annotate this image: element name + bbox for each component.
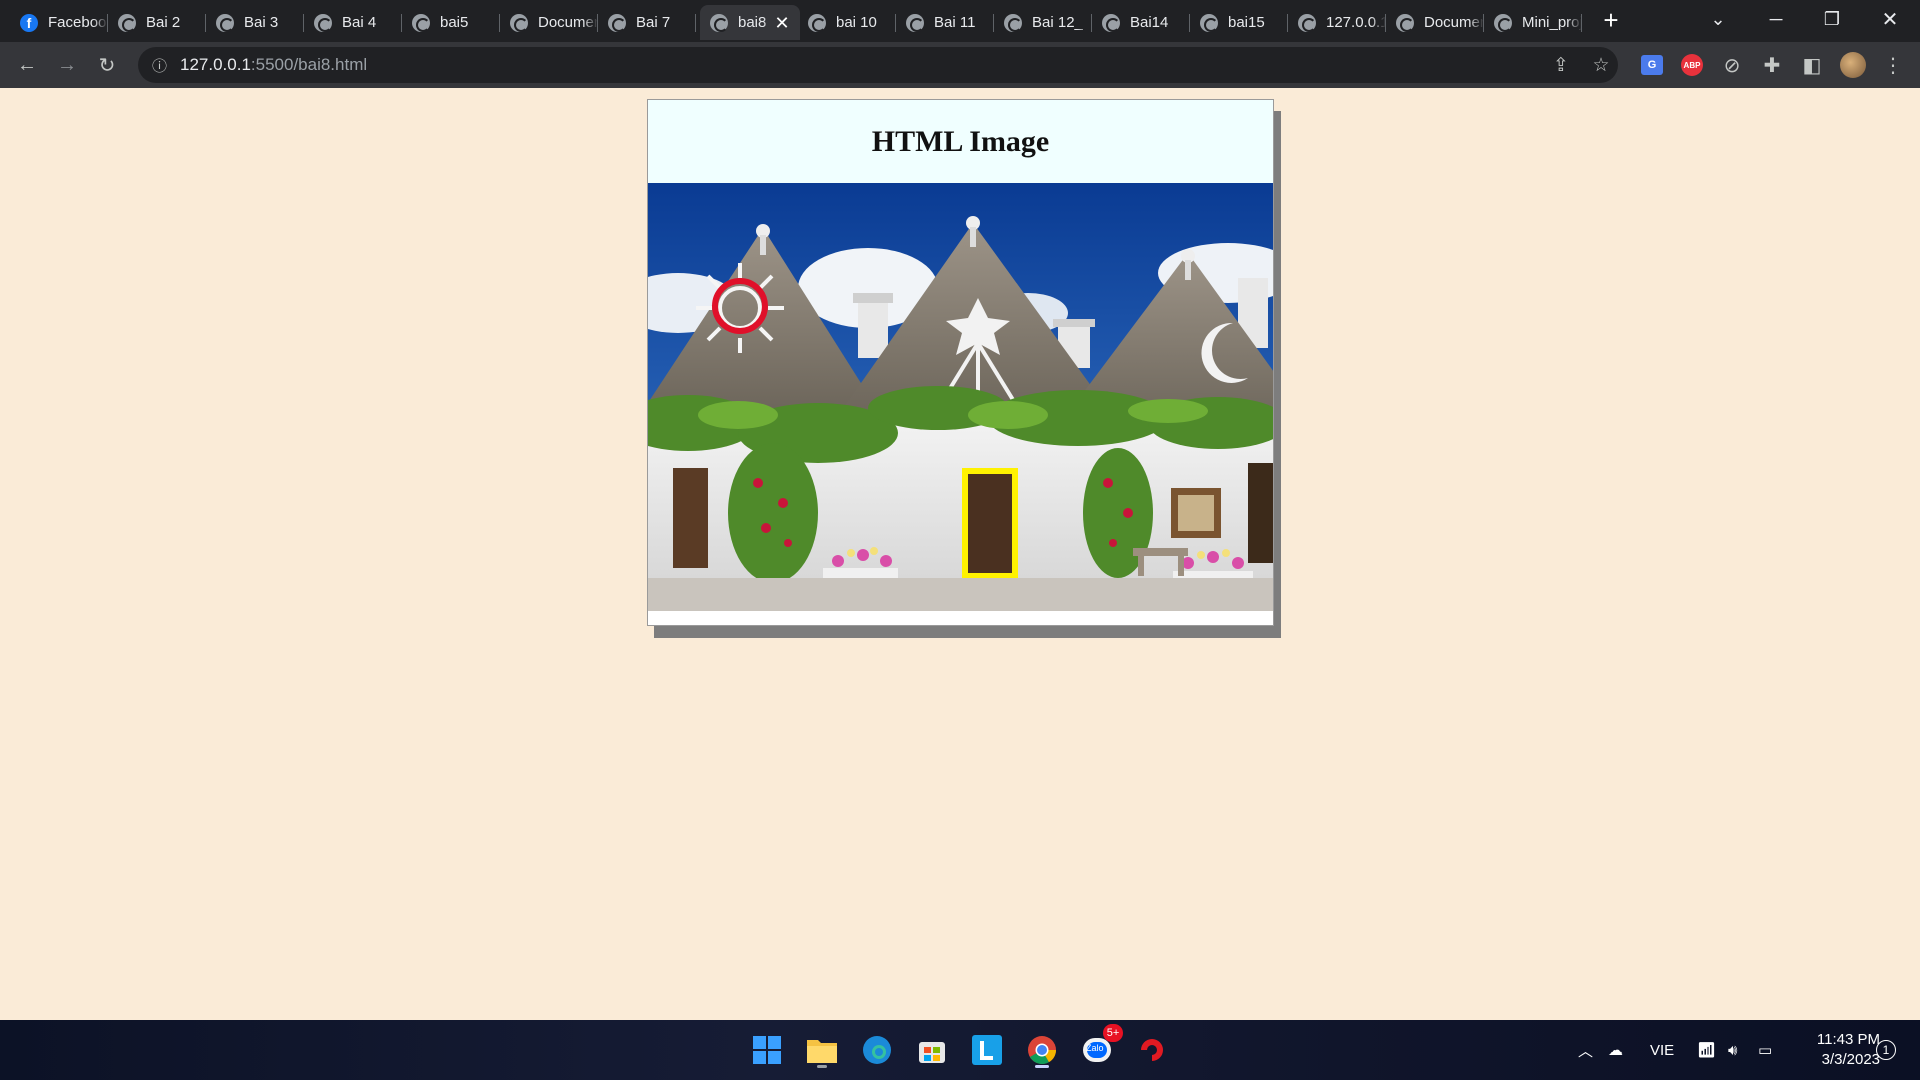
- clock-time: 11:43 PM: [1816, 1031, 1880, 1048]
- side-panel-icon[interactable]: ◧: [1797, 50, 1827, 80]
- tab-title: Bai 12_: [1032, 14, 1083, 31]
- globe-icon: [510, 13, 528, 32]
- browser-tab-strip: f Facebook Bai 2 Bai 3 Bai 4 bai5 Document Bai …: [0, 0, 1920, 42]
- tab-title: bai5: [440, 14, 469, 31]
- back-button[interactable]: ←: [12, 50, 42, 80]
- tab-14[interactable]: Document: [1386, 5, 1484, 40]
- tab-title: Bai 2: [146, 14, 181, 31]
- tab-separator: [1581, 14, 1582, 32]
- page-heading: HTML Image: [871, 124, 1050, 158]
- system-clock[interactable]: 11:43 PM 3/3/2023: [1790, 1030, 1880, 1070]
- tab-title: Bai 3: [244, 14, 279, 31]
- share-icon[interactable]: ⇪: [1546, 47, 1576, 83]
- tab-title: bai15: [1228, 14, 1265, 31]
- tab-title: Bai14: [1130, 14, 1169, 31]
- tab-12[interactable]: bai15: [1190, 5, 1288, 40]
- start-icon[interactable]: [747, 1030, 787, 1070]
- tab-title: Document: [538, 14, 598, 31]
- onedrive-cloud-icon[interactable]: ☁: [1608, 1020, 1623, 1080]
- bookmark-star-icon[interactable]: ☆: [1586, 47, 1616, 83]
- chrome-menu-icon[interactable]: ⋮: [1878, 50, 1908, 80]
- restore-button[interactable]: ❐: [1804, 0, 1860, 38]
- minimize-button[interactable]: ─: [1748, 0, 1804, 38]
- tab-title: Bai 7: [636, 14, 671, 31]
- card-header: HTML Image: [648, 100, 1273, 183]
- facebook-icon: f: [20, 13, 38, 32]
- address-url: 127.0.0.1:5500/bai8.html: [180, 55, 368, 74]
- file-explorer-icon[interactable]: [802, 1030, 842, 1070]
- tab-title: Bai 4: [342, 14, 377, 31]
- tab-7[interactable]: bai8 ✕: [700, 5, 800, 40]
- input-language[interactable]: VIE: [1650, 1020, 1674, 1080]
- compass-extension-icon[interactable]: ⊘: [1717, 50, 1747, 80]
- l-app-icon[interactable]: [967, 1030, 1007, 1070]
- close-tab-icon[interactable]: ✕: [772, 13, 792, 33]
- adblock-plus-extension-icon[interactable]: ABP: [1677, 50, 1707, 80]
- tab-title: Facebook: [48, 14, 108, 31]
- tab-1[interactable]: Bai 2: [108, 5, 206, 40]
- battery-icon[interactable]: ▭: [1758, 1020, 1772, 1080]
- image-card: HTML Image: [647, 99, 1274, 626]
- volume-icon[interactable]: 🔊︎: [1728, 1020, 1737, 1080]
- trulli-image[interactable]: [648, 183, 1273, 621]
- reload-button[interactable]: ↻: [92, 50, 122, 80]
- globe-icon: [906, 13, 924, 32]
- notification-count[interactable]: 1: [1876, 1040, 1896, 1060]
- globe-icon: [1494, 13, 1512, 32]
- tab-title: bai 10: [836, 14, 877, 31]
- tab-6[interactable]: Bai 7: [598, 5, 696, 40]
- globe-icon: [710, 13, 728, 32]
- tab-3[interactable]: Bai 4: [304, 5, 402, 40]
- tab-title: bai8: [738, 14, 767, 31]
- wifi-icon[interactable]: 📶︎: [1697, 1020, 1716, 1080]
- tab-13[interactable]: 127.0.0.1: [1288, 5, 1386, 40]
- extensions-puzzle-icon[interactable]: ✚: [1757, 50, 1787, 80]
- globe-icon: [1102, 13, 1120, 32]
- globe-icon: [1200, 13, 1218, 32]
- globe-icon: [608, 13, 626, 32]
- tab-0[interactable]: f Facebook: [10, 5, 108, 40]
- tab-title: Document: [1424, 14, 1484, 31]
- tab-11[interactable]: Bai14: [1092, 5, 1190, 40]
- globe-icon: [808, 13, 826, 32]
- tab-8[interactable]: bai 10: [798, 5, 896, 40]
- clock-date: 3/3/2023: [1821, 1051, 1880, 1068]
- globe-icon: [412, 13, 430, 32]
- profile-avatar[interactable]: [1838, 50, 1868, 80]
- tab-4[interactable]: bai5: [402, 5, 500, 40]
- globe-icon: [1298, 13, 1316, 32]
- browser-toolbar: ← → ↻ ⓘ 127.0.0.1:5500/bai8.html ⇪ ☆ G A…: [0, 42, 1920, 88]
- globe-icon: [118, 13, 136, 32]
- site-info-icon[interactable]: ⓘ: [138, 55, 172, 76]
- chrome-icon[interactable]: [1022, 1030, 1062, 1070]
- tab-separator: [695, 14, 696, 32]
- tab-2[interactable]: Bai 3: [206, 5, 304, 40]
- garena-icon[interactable]: [1132, 1030, 1172, 1070]
- store-icon[interactable]: [912, 1030, 952, 1070]
- windows-taskbar: Zalo 5+ ︿ ☁ VIE 📶︎ 🔊︎ ▭ 11:43 PM 3/3/202…: [0, 1020, 1920, 1080]
- globe-icon: [1004, 13, 1022, 32]
- address-bar[interactable]: ⓘ 127.0.0.1:5500/bai8.html ⇪ ☆: [138, 47, 1618, 83]
- tab-title: Mini_project: [1522, 14, 1582, 31]
- edge-icon[interactable]: [857, 1030, 897, 1070]
- zalo-unread-badge: 5+: [1103, 1024, 1123, 1042]
- globe-icon: [1396, 13, 1414, 32]
- tab-15[interactable]: Mini_project: [1484, 5, 1582, 40]
- google-translate-extension-icon[interactable]: G: [1637, 50, 1667, 80]
- tab-search-icon[interactable]: ⌄: [1690, 0, 1746, 38]
- tab-title: 127.0.0.1: [1326, 14, 1386, 31]
- close-window-button[interactable]: ✕: [1862, 0, 1918, 38]
- tab-9[interactable]: Bai 11: [896, 5, 994, 40]
- new-tab-button[interactable]: +: [1598, 7, 1624, 34]
- forward-button[interactable]: →: [52, 50, 82, 80]
- globe-icon: [314, 13, 332, 32]
- tab-10[interactable]: Bai 12_: [994, 5, 1092, 40]
- globe-icon: [216, 13, 234, 32]
- tab-5[interactable]: Document: [500, 5, 598, 40]
- tab-title: Bai 11: [934, 14, 976, 31]
- zalo-label: Zalo: [1086, 1043, 1104, 1053]
- zalo-icon[interactable]: Zalo 5+: [1077, 1024, 1123, 1070]
- show-hidden-icons-chevron[interactable]: ︿: [1578, 1020, 1593, 1080]
- page-body: HTML Image: [0, 88, 1920, 1020]
